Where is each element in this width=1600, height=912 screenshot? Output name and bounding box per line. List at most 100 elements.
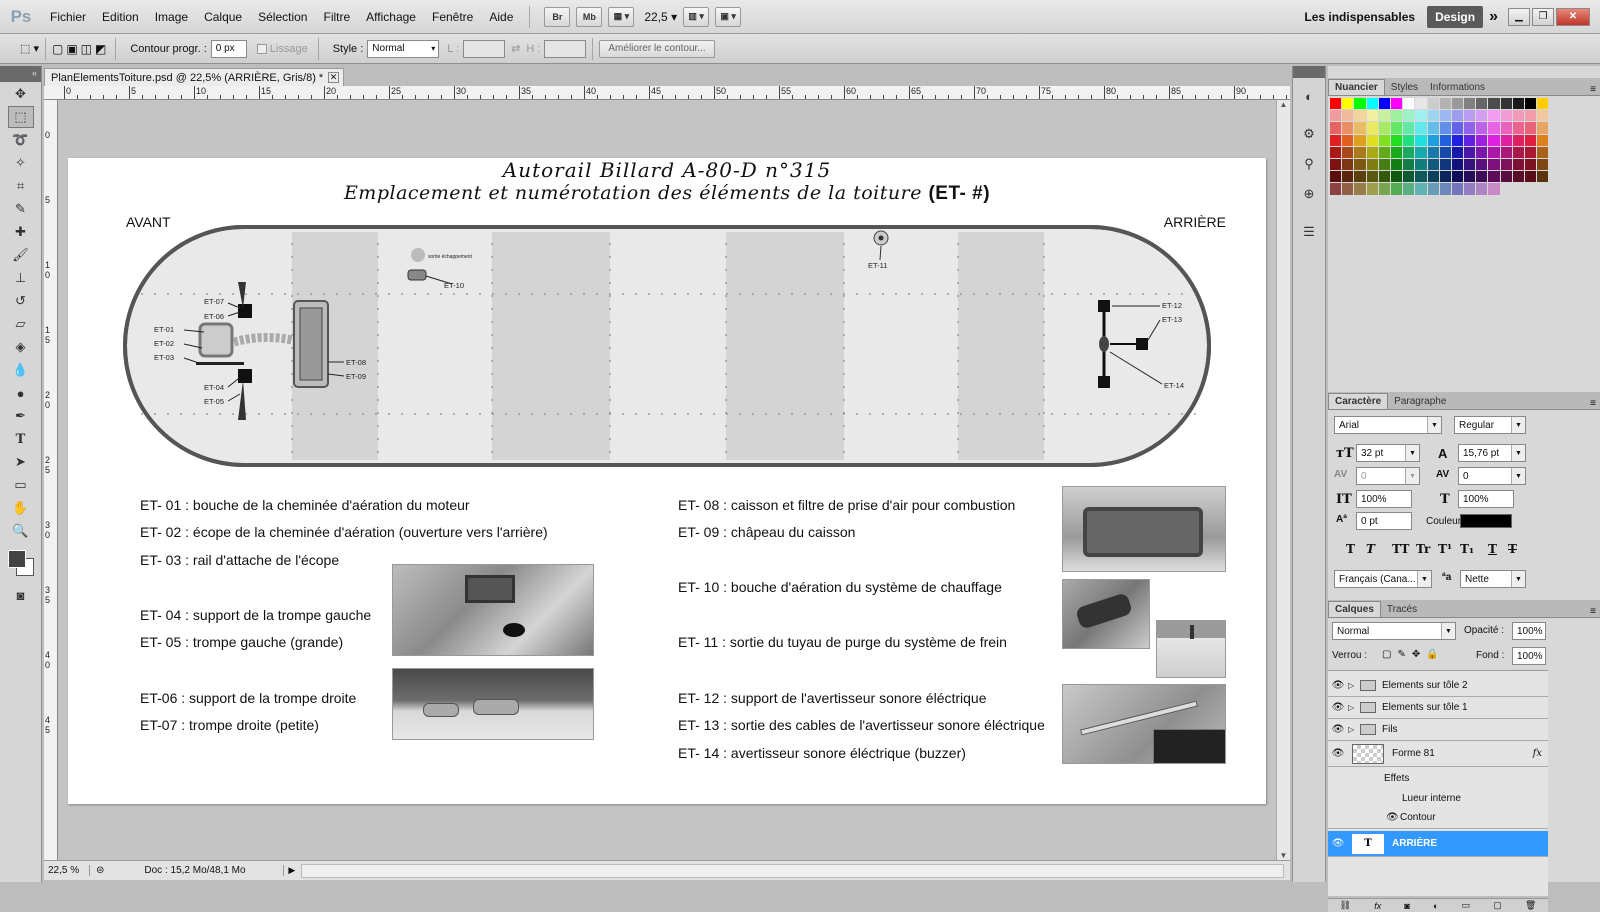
color-swatch[interactable]	[1415, 158, 1427, 171]
color-swatch[interactable]	[1464, 122, 1476, 134]
color-swatch[interactable]	[1537, 98, 1549, 110]
layer-mask-icon[interactable]: ◙	[1404, 901, 1409, 911]
color-swatch[interactable]	[1390, 183, 1403, 195]
clone-source-panel-icon[interactable]: ⊕	[1297, 182, 1321, 206]
font-style-select[interactable]: Regular ▼	[1454, 416, 1526, 434]
kerning-input[interactable]: 0 ▼	[1356, 467, 1420, 485]
color-swatch[interactable]	[1488, 122, 1500, 134]
color-swatch[interactable]	[1525, 146, 1537, 158]
color-swatch[interactable]	[1354, 171, 1366, 183]
blend-mode-select[interactable]: Normal ▼	[1332, 622, 1456, 640]
color-swatch[interactable]	[1378, 171, 1390, 183]
color-swatch[interactable]	[1537, 134, 1549, 146]
color-swatch[interactable]	[1415, 171, 1427, 183]
color-swatch[interactable]	[1403, 183, 1415, 195]
color-panel-icon[interactable]: ◐	[1297, 84, 1321, 108]
layer-row[interactable]: 👁 ▷ Fils	[1328, 719, 1548, 741]
color-swatch[interactable]	[1464, 171, 1476, 183]
bridge-button[interactable]: Br	[544, 6, 571, 27]
rect-marquee-preset-icon[interactable]: ⬚ ▾	[20, 42, 39, 55]
close-icon[interactable]: ✕	[1556, 7, 1590, 26]
expand-icon[interactable]: ▷	[1348, 703, 1360, 712]
layer-row[interactable]: 👁 ▷ Elements sur tôle 2	[1328, 675, 1548, 697]
new-group-icon[interactable]: ▭	[1462, 900, 1471, 911]
style-select[interactable]: Normal ▾	[367, 39, 440, 58]
tab-informations[interactable]: Informations	[1424, 80, 1491, 95]
color-swatch[interactable]	[1439, 183, 1451, 195]
visibility-eye-icon[interactable]: 👁	[1328, 680, 1348, 691]
color-swatch[interactable]	[1476, 98, 1488, 110]
color-swatch[interactable]	[1342, 122, 1354, 134]
opacity-input[interactable]: 100%	[1512, 622, 1546, 640]
workspace-design-button[interactable]: Design	[1427, 5, 1484, 28]
minimize-icon[interactable]: ▁	[1508, 7, 1530, 26]
color-swatch[interactable]	[1488, 171, 1500, 183]
path-selection-tool-icon[interactable]: ➤	[8, 451, 34, 473]
color-swatch[interactable]	[1525, 134, 1537, 146]
color-swatch[interactable]	[1390, 171, 1403, 183]
canvas-area[interactable]: Autorail Billard A-80-D n°315 Emplacemen…	[58, 100, 1276, 860]
color-swatch[interactable]	[1476, 134, 1488, 146]
visibility-eye-icon[interactable]: 👁	[1328, 838, 1348, 849]
color-swatch[interactable]	[1476, 171, 1488, 183]
color-swatch[interactable]	[1451, 171, 1464, 183]
swap-icon[interactable]: ⇄	[511, 42, 520, 55]
all-caps-button[interactable]: TT	[1392, 542, 1409, 556]
color-swatch[interactable]	[1427, 158, 1439, 171]
link-layers-icon[interactable]: ⛓	[1340, 900, 1351, 911]
color-swatch[interactable]	[1512, 146, 1524, 158]
baseline-shift-input[interactable]: 0 pt	[1356, 512, 1412, 530]
color-swatch[interactable]	[1439, 171, 1451, 183]
color-swatch[interactable]	[1378, 98, 1390, 110]
type-tool-icon[interactable]: T	[8, 428, 34, 450]
color-swatch[interactable]	[1366, 171, 1378, 183]
color-swatch[interactable]	[1342, 171, 1354, 183]
color-swatch[interactable]	[1537, 171, 1549, 183]
color-swatch[interactable]	[1525, 158, 1537, 171]
color-swatch[interactable]	[1378, 134, 1390, 146]
color-swatch[interactable]	[1354, 122, 1366, 134]
color-swatch[interactable]	[1342, 158, 1354, 171]
screen-mode-button[interactable]: ▣ ▾	[715, 6, 742, 27]
color-swatch[interactable]	[1451, 146, 1464, 158]
panel-menu-icon[interactable]: ≡	[1590, 398, 1596, 409]
color-swatch[interactable]	[1342, 134, 1354, 146]
color-swatch[interactable]	[1451, 122, 1464, 134]
color-swatch[interactable]	[1390, 146, 1403, 158]
color-swatch[interactable]	[1354, 158, 1366, 171]
menu-aide[interactable]: Aide	[481, 10, 521, 24]
faux-bold-button[interactable]: T	[1346, 542, 1355, 556]
color-swatch[interactable]	[1488, 183, 1500, 195]
color-swatch[interactable]	[1342, 146, 1354, 158]
color-swatch[interactable]	[1378, 122, 1390, 134]
menu-image[interactable]: Image	[147, 10, 196, 24]
blur-tool-icon[interactable]: 💧	[8, 359, 34, 381]
tab-paragraphe[interactable]: Paragraphe	[1388, 394, 1452, 409]
color-swatch[interactable]	[1451, 110, 1464, 122]
color-swatch[interactable]	[1512, 122, 1524, 134]
color-swatch[interactable]	[1464, 146, 1476, 158]
color-swatch[interactable]	[1439, 110, 1451, 122]
color-swatch[interactable]	[1488, 158, 1500, 171]
refine-edge-button[interactable]: Améliorer le contour...	[599, 39, 715, 58]
stamp-tool-icon[interactable]: ⊥	[8, 267, 34, 289]
height-input[interactable]	[544, 39, 587, 58]
color-swatch[interactable]	[1464, 110, 1476, 122]
color-swatch[interactable]	[1537, 146, 1549, 158]
color-swatch[interactable]	[1512, 98, 1524, 110]
color-swatch[interactable]	[1378, 146, 1390, 158]
color-swatch[interactable]	[1342, 183, 1354, 195]
tracking-input[interactable]: 0 ▼	[1458, 467, 1526, 485]
color-swatch[interactable]	[1512, 158, 1524, 171]
workspace-essentials[interactable]: Les indispensables	[1304, 10, 1415, 24]
color-swatch[interactable]	[1500, 171, 1512, 183]
color-swatch[interactable]	[1390, 98, 1403, 110]
marquee-tool-icon[interactable]: ⬚	[7, 106, 34, 128]
menu-fenetre[interactable]: Fenêtre	[424, 10, 481, 24]
color-swatch[interactable]	[1488, 146, 1500, 158]
layer-fx-icon[interactable]: fx	[1533, 748, 1542, 759]
pen-tool-icon[interactable]: ✒	[8, 405, 34, 427]
color-swatch[interactable]	[1390, 134, 1403, 146]
color-swatch[interactable]	[1427, 122, 1439, 134]
color-swatch[interactable]	[1476, 183, 1488, 195]
